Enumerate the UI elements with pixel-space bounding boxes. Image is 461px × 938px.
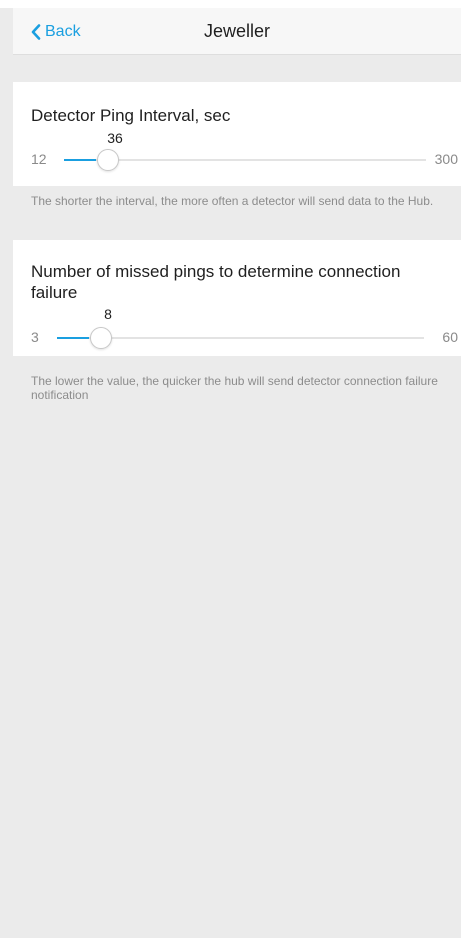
ping-interval-max: 300 xyxy=(434,151,458,167)
ping-interval-hint: The shorter the interval, the more often… xyxy=(31,194,434,208)
missed-pings-min: 3 xyxy=(31,329,39,345)
status-strip xyxy=(0,0,461,8)
missed-pings-track[interactable] xyxy=(57,337,424,339)
missed-pings-thumb[interactable] xyxy=(90,327,112,349)
missed-pings-hint: The lower the value, the quicker the hub… xyxy=(31,374,438,402)
ping-interval-min: 12 xyxy=(31,151,47,167)
ping-interval-card: Detector Ping Interval, sec 36 12 300 xyxy=(13,82,461,186)
missed-pings-max: 60 xyxy=(442,329,458,345)
missed-pings-track-fill xyxy=(57,337,89,339)
settings-screen: Back Jeweller Detector Ping Interval, se… xyxy=(0,0,461,938)
ping-interval-thumb[interactable] xyxy=(97,149,119,171)
missed-pings-value: 8 xyxy=(104,306,112,322)
navigation-bar: Back Jeweller xyxy=(13,8,461,55)
missed-pings-card: Number of missed pings to determine conn… xyxy=(13,240,461,356)
ping-interval-slider[interactable]: 36 12 300 xyxy=(31,130,461,171)
ping-interval-title: Detector Ping Interval, sec xyxy=(31,106,231,125)
ping-interval-value: 36 xyxy=(107,130,123,146)
page-title: Jeweller xyxy=(203,21,271,41)
ping-interval-track-fill xyxy=(64,159,96,161)
missed-pings-title: Number of missed pings to determine conn… xyxy=(31,262,401,302)
missed-pings-slider[interactable]: 8 3 60 xyxy=(31,306,461,349)
